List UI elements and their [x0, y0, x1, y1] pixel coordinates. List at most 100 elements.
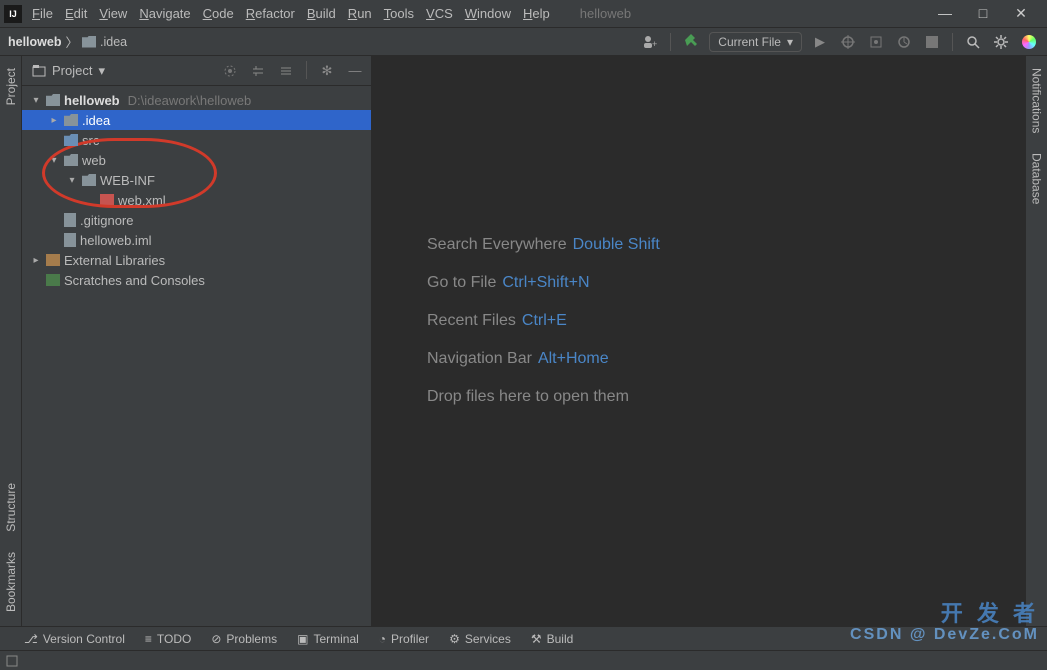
- tip-label: Go to File: [427, 274, 496, 291]
- menu-run[interactable]: Run: [348, 6, 372, 21]
- bottom-tab-terminal[interactable]: ▣Terminal: [297, 632, 359, 646]
- tip-shortcut: Double Shift: [573, 236, 660, 253]
- tree-row[interactable]: src: [22, 130, 371, 150]
- project-tree: ▾hellowebD:\ideawork\helloweb▸.ideasrc▾w…: [22, 86, 371, 294]
- tree-hint: D:\ideawork\helloweb: [128, 93, 252, 108]
- tab-icon: ⚙: [449, 632, 460, 646]
- user-icon[interactable]: +: [640, 32, 660, 52]
- menu-help[interactable]: Help: [523, 6, 550, 21]
- svg-text:+: +: [652, 39, 657, 49]
- tree-row[interactable]: ▸ External Libraries: [22, 250, 371, 270]
- divider: [952, 33, 953, 51]
- tree-label: External Libraries: [64, 253, 165, 268]
- tree-arrow[interactable]: ▾: [48, 155, 60, 166]
- maximize-button[interactable]: □: [975, 5, 991, 22]
- tip-label: Navigation Bar: [427, 350, 532, 367]
- tree-row[interactable]: ▾web: [22, 150, 371, 170]
- run-config-label: Current File: [718, 35, 781, 49]
- tree-row[interactable]: Scratches and Consoles: [22, 270, 371, 290]
- profile-icon[interactable]: [894, 32, 914, 52]
- tree-row[interactable]: .gitignore: [22, 210, 371, 230]
- breadcrumb-item[interactable]: .idea: [100, 35, 127, 49]
- gutter-project[interactable]: Project: [2, 60, 20, 113]
- bottom-tab-build[interactable]: ⚒Build: [531, 632, 573, 646]
- breadcrumb-root[interactable]: helloweb: [8, 35, 61, 49]
- app-logo: IJ: [4, 5, 22, 23]
- select-opened-icon[interactable]: [220, 61, 240, 81]
- menu-navigate[interactable]: Navigate: [139, 6, 190, 21]
- stop-icon[interactable]: [922, 32, 942, 52]
- tip-label: Drop files here to open them: [427, 388, 629, 405]
- library-icon: [46, 254, 60, 266]
- tree-arrow[interactable]: ▸: [48, 115, 60, 126]
- menu-build[interactable]: Build: [307, 6, 336, 21]
- gutter-notifications[interactable]: Notifications: [1028, 60, 1046, 141]
- folder-icon: [82, 174, 96, 186]
- menu-vcs[interactable]: VCS: [426, 6, 453, 21]
- watermark-cn: 开 发 者: [850, 602, 1039, 626]
- left-gutter: Project Structure Bookmarks: [0, 56, 22, 626]
- folder-icon: [64, 114, 78, 126]
- gear-icon[interactable]: ✻: [317, 61, 337, 81]
- menu-tools[interactable]: Tools: [384, 6, 414, 21]
- gutter-bookmarks[interactable]: Bookmarks: [2, 544, 20, 620]
- window-title: helloweb: [580, 6, 631, 21]
- tip-label: Search Everywhere: [427, 236, 567, 253]
- menu-view[interactable]: View: [99, 6, 127, 21]
- coverage-icon[interactable]: [866, 32, 886, 52]
- run-icon[interactable]: ▶: [810, 32, 830, 52]
- tree-row[interactable]: ▾ helloweb D:\ideawork\helloweb: [22, 90, 371, 110]
- tree-arrow[interactable]: ▸: [30, 255, 42, 266]
- close-button[interactable]: ✕: [1013, 5, 1029, 22]
- tree-row[interactable]: web.xml: [22, 190, 371, 210]
- menu-edit[interactable]: Edit: [65, 6, 87, 21]
- menu-file[interactable]: File: [32, 6, 53, 21]
- debug-icon[interactable]: [838, 32, 858, 52]
- rainbow-icon[interactable]: [1019, 32, 1039, 52]
- tree-label: Scratches and Consoles: [64, 273, 205, 288]
- navbar: helloweb 〉 .idea + Current File ▾ ▶: [0, 28, 1047, 56]
- gear-icon[interactable]: [991, 32, 1011, 52]
- gutter-structure[interactable]: Structure: [2, 475, 20, 540]
- watermark: 开 发 者 CSDN @ DevZe.CoM: [850, 602, 1039, 644]
- statusbar: [0, 650, 1047, 670]
- hammer-icon[interactable]: [681, 32, 701, 52]
- search-icon[interactable]: [963, 32, 983, 52]
- run-config-selector[interactable]: Current File ▾: [709, 32, 802, 52]
- sidebar-title[interactable]: Project ▾: [32, 63, 105, 79]
- tip-row: Search Everywhere Double Shift: [427, 236, 660, 254]
- tree-label: helloweb: [64, 93, 120, 108]
- tip-shortcut: Ctrl+E: [522, 312, 567, 329]
- hide-icon[interactable]: —: [345, 61, 365, 81]
- tree-row[interactable]: ▸.idea: [22, 110, 371, 130]
- file-icon: [64, 233, 76, 247]
- gutter-database[interactable]: Database: [1028, 145, 1046, 212]
- minimize-button[interactable]: —: [937, 5, 953, 22]
- tip-row: Drop files here to open them: [427, 388, 629, 406]
- tree-row[interactable]: ▾WEB-INF: [22, 170, 371, 190]
- xml-icon: [100, 194, 114, 206]
- expand-all-icon[interactable]: [248, 61, 268, 81]
- status-icon[interactable]: [6, 655, 18, 667]
- watermark-en: CSDN @ DevZe.CoM: [850, 626, 1039, 644]
- folder-icon: [46, 94, 60, 106]
- collapse-all-icon[interactable]: [276, 61, 296, 81]
- tree-label: src: [82, 133, 99, 148]
- tree-arrow[interactable]: ▾: [30, 95, 42, 106]
- tip-row: Recent FilesCtrl+E: [427, 312, 567, 330]
- tree-label: web.xml: [118, 193, 166, 208]
- tree-row[interactable]: helloweb.iml: [22, 230, 371, 250]
- bottom-tab-profiler[interactable]: ◔Profiler: [379, 632, 429, 646]
- bottom-tab-todo[interactable]: ≡TODO: [145, 632, 191, 646]
- tip-row: Navigation BarAlt+Home: [427, 350, 609, 368]
- breadcrumb[interactable]: helloweb 〉 .idea: [8, 32, 127, 51]
- bottom-tab-services[interactable]: ⚙Services: [449, 632, 511, 646]
- tab-icon: ≡: [145, 632, 152, 646]
- titlebar: IJ File Edit View Navigate Code Refactor Build…: [0, 0, 1047, 28]
- menu-refactor[interactable]: Refactor: [246, 6, 295, 21]
- bottom-tab-version-control[interactable]: ⎇Version Control: [24, 632, 125, 646]
- bottom-tab-problems[interactable]: ⊘Problems: [211, 632, 277, 646]
- menu-code[interactable]: Code: [203, 6, 234, 21]
- tree-arrow[interactable]: ▾: [66, 175, 78, 186]
- menu-window[interactable]: Window: [465, 6, 511, 21]
